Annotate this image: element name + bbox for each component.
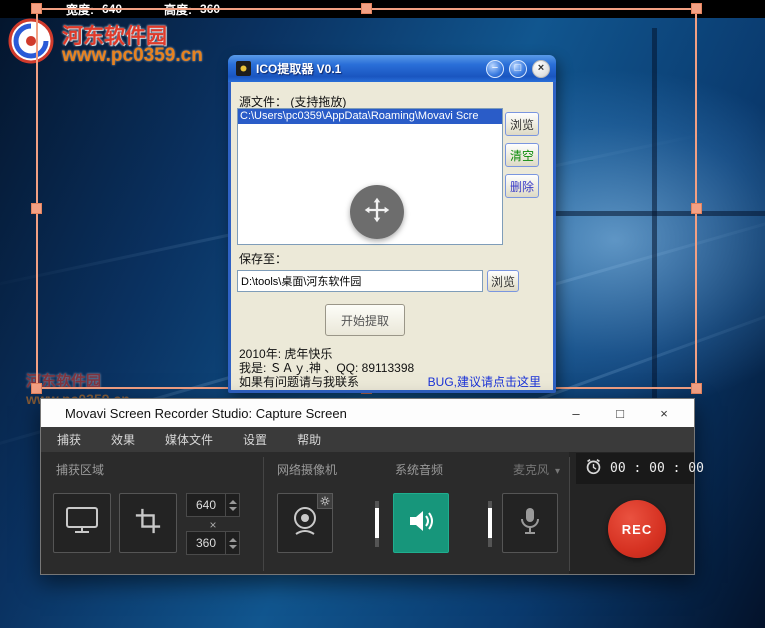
footer-line-3: 如果有问题请与我联系 bbox=[239, 375, 360, 389]
selection-handle-sw[interactable] bbox=[31, 383, 42, 394]
microphone-button[interactable] bbox=[502, 493, 558, 553]
ico-dialog-body: 源文件： (支持拖放) C:\Users\pc0359\AppData\Roam… bbox=[231, 82, 553, 390]
spinner-up-icon[interactable] bbox=[228, 537, 237, 542]
recording-timer: 00 : 00 : 00 bbox=[576, 453, 704, 484]
microphone-label-text: 麦克风 bbox=[513, 463, 550, 477]
save-to-label: 保存至： bbox=[239, 252, 288, 266]
selection-handle-se[interactable] bbox=[691, 383, 702, 394]
spinner-up-icon[interactable] bbox=[228, 499, 237, 504]
app-icon bbox=[236, 61, 251, 76]
capture-height-value: 360 bbox=[195, 536, 217, 550]
browse-save-button[interactable]: 浏览 bbox=[487, 270, 519, 292]
menu-item-media-files[interactable]: 媒体文件 bbox=[165, 431, 213, 448]
clear-button[interactable]: 清空 bbox=[505, 143, 539, 167]
maximize-button[interactable]: □ bbox=[598, 399, 642, 427]
system-audio-label: 系统音频 bbox=[395, 463, 444, 477]
webcam-icon bbox=[288, 504, 322, 543]
selection-handle-nw[interactable] bbox=[31, 3, 42, 14]
file-list-item[interactable]: C:\Users\pc0359\AppData\Roaming\Movavi S… bbox=[238, 109, 502, 124]
movavi-titlebar[interactable]: Movavi Screen Recorder Studio: Capture S… bbox=[41, 399, 694, 427]
monitor-icon bbox=[64, 505, 100, 542]
spinner-buttons[interactable] bbox=[225, 532, 239, 554]
movavi-window: Movavi Screen Recorder Studio: Capture S… bbox=[40, 398, 704, 575]
section-divider bbox=[569, 457, 570, 571]
minimize-button[interactable]: – bbox=[554, 399, 598, 427]
menu-item-settings[interactable]: 设置 bbox=[243, 431, 267, 448]
alarm-clock-icon bbox=[585, 458, 602, 480]
webcam-label: 网络摄像机 bbox=[277, 463, 338, 477]
selection-handle-n[interactable] bbox=[361, 3, 372, 14]
movavi-panel: 捕获区域 640 × 360 网络摄像机 系统音频 麦克风 ▾ 00: 00 … bbox=[41, 452, 704, 574]
selection-handle-e[interactable] bbox=[691, 203, 702, 214]
screen: 宽度: 640 高度: 360 河东软件园 www.pc0359.cn 河东软件… bbox=[0, 0, 765, 628]
minimize-button[interactable]: − bbox=[486, 59, 504, 78]
menu-item-help[interactable]: 帮助 bbox=[297, 431, 321, 448]
capture-height-spinner[interactable]: 360 bbox=[186, 531, 240, 555]
microphone-level-slider[interactable] bbox=[488, 501, 492, 547]
move-icon bbox=[363, 196, 391, 229]
chevron-down-icon: ▾ bbox=[555, 466, 561, 477]
section-divider bbox=[263, 457, 264, 571]
slider-handle[interactable] bbox=[488, 508, 492, 538]
menu-item-capture[interactable]: 捕获 bbox=[57, 431, 81, 448]
capture-width-spinner[interactable]: 640 bbox=[186, 493, 240, 517]
selection-move-handle[interactable] bbox=[350, 185, 404, 239]
spinner-buttons[interactable] bbox=[225, 494, 239, 516]
speaker-icon bbox=[406, 506, 436, 541]
ico-dialog-title: ICO提取器 V0.1 bbox=[256, 62, 342, 76]
movavi-window-title: Movavi Screen Recorder Studio: Capture S… bbox=[65, 405, 347, 421]
webcam-settings-gear-icon[interactable] bbox=[317, 493, 333, 509]
system-audio-button[interactable] bbox=[393, 493, 449, 553]
bug-feedback-link[interactable]: BUG,建议请点击这里 bbox=[428, 373, 541, 390]
slider-handle[interactable] bbox=[375, 508, 379, 538]
maximize-button[interactable]: □ bbox=[509, 59, 527, 78]
selection-handle-ne[interactable] bbox=[691, 3, 702, 14]
fullscreen-capture-button[interactable] bbox=[53, 493, 111, 553]
spinner-down-icon[interactable] bbox=[228, 544, 237, 549]
crop-icon bbox=[134, 507, 162, 540]
window-controls: – □ × bbox=[554, 399, 686, 427]
webcam-button[interactable] bbox=[277, 493, 333, 553]
system-audio-level-slider[interactable] bbox=[375, 501, 379, 547]
delete-button[interactable]: 删除 bbox=[505, 174, 539, 198]
timer-display: 00 : 00 : 00 bbox=[610, 461, 704, 476]
microphone-label[interactable]: 麦克风 ▾ bbox=[513, 461, 560, 478]
menu-item-effects[interactable]: 效果 bbox=[111, 431, 135, 448]
capture-area-label: 捕获区域 bbox=[56, 463, 105, 477]
selection-handle-w[interactable] bbox=[31, 203, 42, 214]
capture-width-value: 640 bbox=[195, 498, 217, 512]
spinner-down-icon[interactable] bbox=[228, 506, 237, 511]
select-area-button[interactable] bbox=[119, 493, 177, 553]
microphone-icon bbox=[517, 505, 543, 542]
rec-button[interactable]: REC bbox=[608, 500, 666, 558]
movavi-menubar: 捕获 效果 媒体文件 设置 帮助 bbox=[41, 427, 694, 452]
browse-source-button[interactable]: 浏览 bbox=[505, 112, 539, 136]
close-button[interactable]: × bbox=[532, 59, 550, 78]
save-path-input[interactable] bbox=[237, 270, 483, 292]
start-extract-button[interactable]: 开始提取 bbox=[325, 304, 405, 336]
close-button[interactable]: × bbox=[642, 399, 686, 427]
size-separator: × bbox=[209, 518, 217, 532]
ico-titlebar[interactable]: ICO提取器 V0.1 − □ × bbox=[228, 55, 556, 82]
